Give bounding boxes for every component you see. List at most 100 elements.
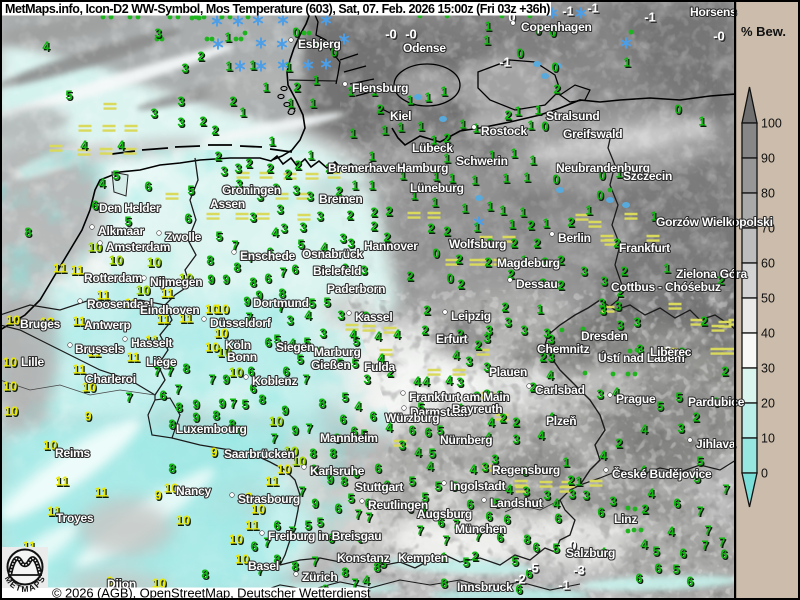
svg-text:6: 6 bbox=[339, 412, 346, 427]
svg-text:5: 5 bbox=[552, 541, 559, 556]
svg-text:© 2026 (AGB), OpenStreetMap, D: © 2026 (AGB), OpenStreetMap, Deutscher W… bbox=[52, 586, 371, 600]
svg-text:2: 2 bbox=[421, 323, 428, 338]
svg-text:2: 2 bbox=[557, 278, 564, 293]
svg-text:2: 2 bbox=[457, 277, 464, 292]
svg-text:Amsterdam: Amsterdam bbox=[106, 240, 170, 254]
svg-text:7: 7 bbox=[279, 265, 286, 280]
svg-text:0: 0 bbox=[551, 60, 558, 75]
svg-text:1: 1 bbox=[499, 203, 506, 218]
svg-text:Würzburg: Würzburg bbox=[385, 411, 439, 425]
svg-text:1: 1 bbox=[527, 118, 534, 133]
svg-text:5: 5 bbox=[408, 474, 415, 489]
svg-text:5: 5 bbox=[241, 397, 248, 412]
svg-text:3: 3 bbox=[339, 231, 346, 246]
svg-text:2: 2 bbox=[455, 252, 462, 267]
svg-text:-3: -3 bbox=[573, 563, 585, 578]
svg-text:Antwerp: Antwerp bbox=[84, 318, 131, 332]
svg-text:% Bew.: % Bew. bbox=[741, 24, 786, 39]
svg-text:9: 9 bbox=[311, 496, 318, 511]
svg-text:3: 3 bbox=[299, 220, 306, 235]
svg-text:3: 3 bbox=[504, 315, 511, 330]
svg-text:4: 4 bbox=[599, 448, 607, 463]
svg-text:4: 4 bbox=[505, 482, 513, 497]
svg-text:Plauen: Plauen bbox=[489, 365, 527, 379]
svg-text:60: 60 bbox=[761, 257, 775, 271]
svg-text:-0: -0 bbox=[385, 27, 397, 42]
svg-text:2: 2 bbox=[284, 167, 291, 182]
svg-text:Stralsund: Stralsund bbox=[546, 109, 600, 123]
svg-text:9: 9 bbox=[210, 445, 217, 460]
svg-text:5: 5 bbox=[316, 515, 323, 530]
svg-text:2: 2 bbox=[245, 156, 252, 171]
svg-text:Troyes: Troyes bbox=[56, 511, 94, 525]
svg-text:Chemnitz: Chemnitz bbox=[537, 342, 590, 356]
svg-text:Landshut: Landshut bbox=[490, 496, 543, 510]
svg-text:Nijmegen: Nijmegen bbox=[150, 275, 202, 289]
svg-text:2: 2 bbox=[346, 208, 353, 223]
svg-text:1: 1 bbox=[417, 119, 424, 134]
svg-text:2: 2 bbox=[512, 415, 519, 430]
svg-text:-1: -1 bbox=[587, 1, 599, 16]
svg-text:Gießen: Gießen bbox=[311, 358, 350, 372]
svg-text:1: 1 bbox=[502, 171, 509, 186]
svg-text:5: 5 bbox=[656, 399, 663, 414]
svg-text:Den Helder: Den Helder bbox=[99, 201, 161, 215]
svg-text:0: 0 bbox=[516, 46, 523, 61]
svg-text:3: 3 bbox=[609, 494, 616, 509]
svg-text:11: 11 bbox=[126, 350, 140, 365]
svg-text:-1: -1 bbox=[644, 10, 656, 25]
svg-text:10: 10 bbox=[109, 253, 123, 268]
svg-text:7: 7 bbox=[305, 421, 312, 436]
svg-text:9: 9 bbox=[243, 294, 250, 309]
svg-text:9: 9 bbox=[222, 272, 229, 287]
svg-text:6: 6 bbox=[264, 335, 271, 350]
svg-text:Enschede: Enschede bbox=[240, 249, 296, 263]
svg-text:4: 4 bbox=[667, 524, 675, 539]
svg-text:4: 4 bbox=[469, 462, 477, 477]
svg-text:München: München bbox=[455, 522, 506, 536]
svg-text:Bremerhaven: Bremerhaven bbox=[328, 161, 403, 175]
svg-text:8: 8 bbox=[212, 408, 219, 423]
svg-text:4: 4 bbox=[393, 327, 401, 342]
svg-text:-1: -1 bbox=[562, 4, 574, 19]
svg-text:8: 8 bbox=[258, 392, 265, 407]
svg-text:1: 1 bbox=[459, 117, 466, 132]
svg-text:3: 3 bbox=[633, 315, 640, 330]
svg-text:2: 2 bbox=[294, 158, 301, 173]
svg-text:Bruges: Bruges bbox=[20, 317, 61, 331]
svg-text:Lüneburg: Lüneburg bbox=[410, 181, 464, 195]
svg-text:10: 10 bbox=[215, 302, 229, 317]
svg-text:1: 1 bbox=[514, 104, 521, 119]
svg-text:3: 3 bbox=[337, 308, 344, 323]
svg-text:5: 5 bbox=[434, 479, 441, 494]
svg-text:4: 4 bbox=[42, 39, 50, 54]
svg-text:3: 3 bbox=[614, 299, 621, 314]
svg-text:1: 1 bbox=[534, 103, 541, 118]
svg-text:5: 5 bbox=[65, 88, 72, 103]
svg-text:10: 10 bbox=[176, 513, 190, 528]
svg-text:Strasbourg: Strasbourg bbox=[238, 492, 300, 506]
svg-text:1: 1 bbox=[536, 302, 543, 317]
svg-text:3: 3 bbox=[599, 303, 606, 318]
svg-text:Innsbruck: Innsbruck bbox=[457, 580, 513, 594]
svg-text:11: 11 bbox=[53, 261, 67, 276]
svg-text:2: 2 bbox=[229, 94, 236, 109]
svg-text:Liège: Liège bbox=[146, 355, 177, 369]
svg-text:4: 4 bbox=[445, 373, 453, 388]
svg-text:Dresden: Dresden bbox=[581, 329, 628, 343]
svg-text:90: 90 bbox=[761, 152, 775, 166]
svg-text:3: 3 bbox=[286, 313, 293, 328]
svg-text:Rostock: Rostock bbox=[481, 124, 527, 138]
svg-text:2: 2 bbox=[199, 114, 206, 129]
svg-text:4: 4 bbox=[117, 138, 125, 153]
svg-text:Hannover: Hannover bbox=[364, 239, 418, 253]
svg-text:3: 3 bbox=[580, 264, 587, 279]
svg-text:10: 10 bbox=[147, 255, 161, 270]
svg-text:Salzburg: Salzburg bbox=[566, 546, 615, 560]
svg-text:6: 6 bbox=[91, 198, 98, 213]
svg-text:Marburg: Marburg bbox=[314, 345, 361, 359]
svg-text:Kassel: Kassel bbox=[355, 310, 393, 324]
svg-text:1: 1 bbox=[484, 19, 491, 34]
svg-text:1: 1 bbox=[307, 148, 314, 163]
svg-text:6: 6 bbox=[250, 539, 257, 554]
